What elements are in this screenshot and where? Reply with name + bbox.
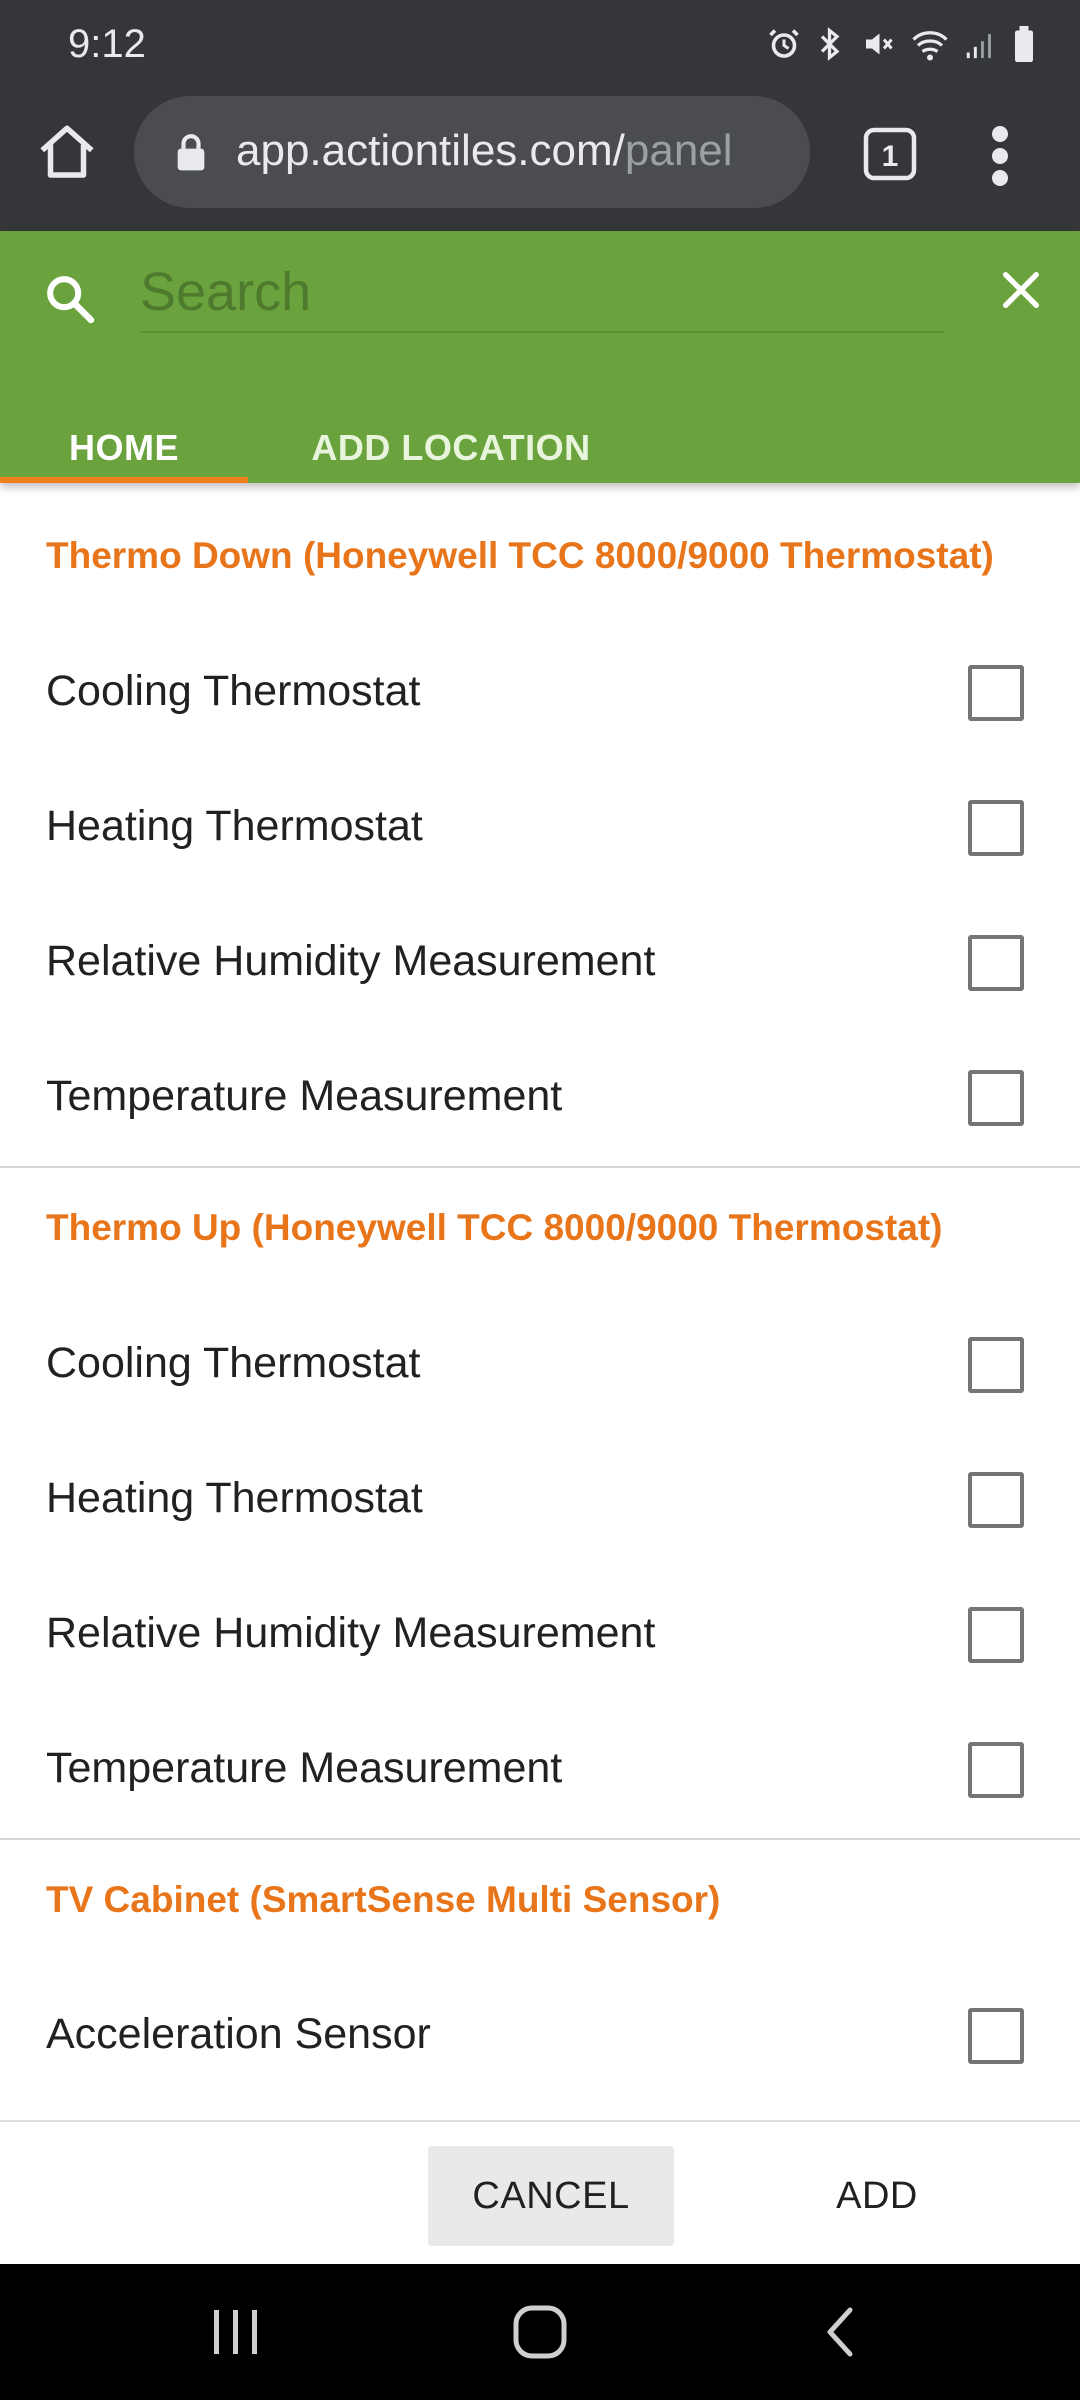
add-button[interactable]: ADD xyxy=(800,2146,954,2246)
url-text: app.actiontiles.com/panel xyxy=(236,126,796,176)
close-icon[interactable] xyxy=(998,267,1044,313)
list-item-label: Relative Humidity Measurement xyxy=(46,937,656,985)
home-icon[interactable] xyxy=(34,120,100,186)
checkbox[interactable] xyxy=(968,1472,1024,1528)
recents-icon[interactable] xyxy=(208,2306,264,2358)
group-title: TV Cabinet (SmartSense Multi Sensor) xyxy=(46,1879,721,1920)
home-nav-icon[interactable] xyxy=(512,2304,568,2360)
divider xyxy=(0,1838,1080,1840)
list-item-label: Temperature Measurement xyxy=(46,1072,563,1120)
battery-icon xyxy=(1015,26,1033,62)
app-header: HOME ADD LOCATION xyxy=(0,231,1080,483)
tab-switcher-icon: 1 xyxy=(863,127,917,181)
system-nav-bar xyxy=(0,2264,1080,2400)
address-bar[interactable]: app.actiontiles.com/panel xyxy=(134,96,810,208)
list-item-label: Relative Humidity Measurement xyxy=(46,1609,656,1657)
search-input[interactable] xyxy=(140,253,944,333)
tab-home[interactable]: HOME xyxy=(0,389,248,483)
tab-add-location[interactable]: ADD LOCATION xyxy=(248,389,654,483)
list-item-label: Cooling Thermostat xyxy=(46,1339,421,1387)
more-vert-icon[interactable] xyxy=(980,124,1020,188)
status-icons xyxy=(766,26,1036,62)
checkbox[interactable] xyxy=(968,1070,1024,1126)
cancel-button[interactable]: CANCEL xyxy=(428,2146,674,2246)
list-item-label: Temperature Measurement xyxy=(46,1744,563,1792)
checkbox[interactable] xyxy=(968,935,1024,991)
checkbox[interactable] xyxy=(968,2008,1024,2064)
list-item-label: Heating Thermostat xyxy=(46,802,423,850)
tab-switcher-button[interactable]: 1 xyxy=(862,126,918,182)
list-item-label: Heating Thermostat xyxy=(46,1474,423,1522)
checkbox[interactable] xyxy=(968,1337,1024,1393)
search-icon xyxy=(47,276,95,324)
checkbox[interactable] xyxy=(968,800,1024,856)
checkbox[interactable] xyxy=(968,1607,1024,1663)
signal-icon xyxy=(966,34,991,59)
list-item-label: Cooling Thermostat xyxy=(46,667,421,715)
back-icon[interactable] xyxy=(818,2304,862,2360)
bluetooth-icon xyxy=(820,27,840,61)
divider xyxy=(0,1166,1080,1168)
status-bar: 9:12 xyxy=(0,0,1080,92)
checkbox[interactable] xyxy=(968,1742,1024,1798)
status-time: 9:12 xyxy=(68,22,146,66)
browser-toolbar: app.actiontiles.com/panel 1 xyxy=(0,92,1080,231)
device-list: Thermo Down (Honeywell TCC 8000/9000 The… xyxy=(0,483,1080,2120)
group-title: Thermo Down (Honeywell TCC 8000/9000 The… xyxy=(46,535,994,576)
wifi-icon xyxy=(912,31,948,61)
vibrate-mute-icon xyxy=(866,33,893,55)
list-item-label: Acceleration Sensor xyxy=(46,2010,431,2058)
url-path: panel xyxy=(624,126,733,175)
group-title: Thermo Up (Honeywell TCC 8000/9000 Therm… xyxy=(46,1207,943,1248)
lock-icon xyxy=(177,134,205,171)
tab-count: 1 xyxy=(882,140,899,173)
checkbox[interactable] xyxy=(968,665,1024,721)
dialog-actions: CANCEL ADD xyxy=(0,2120,1080,2264)
url-main: app.actiontiles.com/ xyxy=(236,126,625,175)
alarm-icon xyxy=(769,29,799,58)
